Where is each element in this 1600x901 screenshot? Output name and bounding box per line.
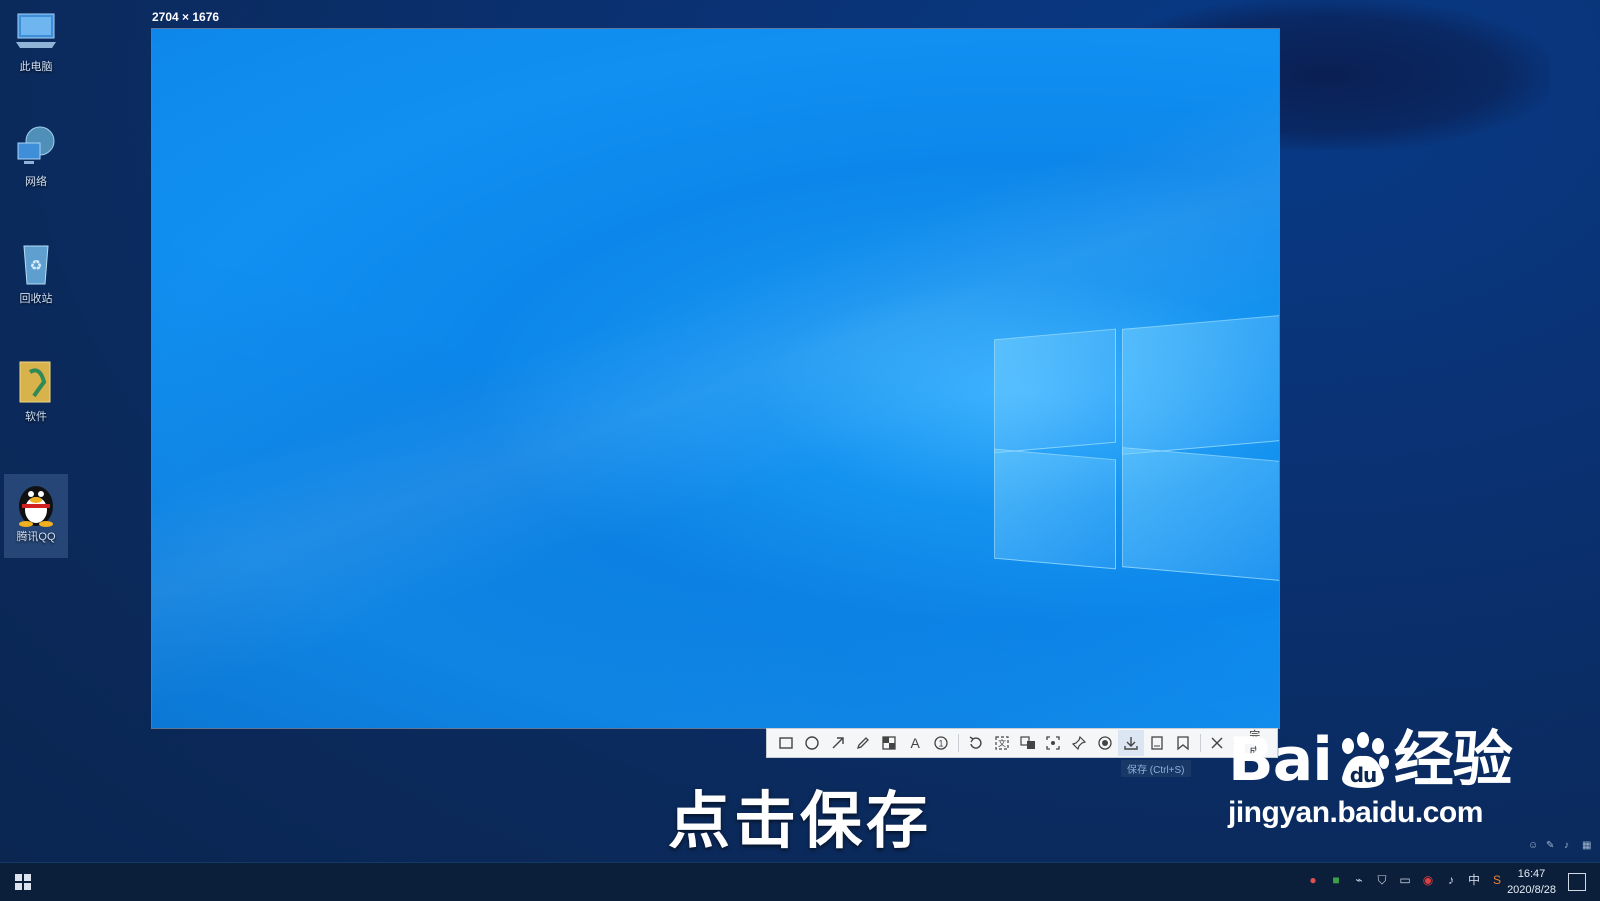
share-icon[interactable] [1144,730,1170,756]
desktop-icon-label: 此电脑 [19,61,53,73]
computer-icon [12,8,60,54]
windows-logo [994,304,1279,604]
baidu-jingyan-watermark: Bai du 经验 jingyan.baidu.com [1228,730,1548,830]
ellipse-icon[interactable] [799,730,825,756]
app-tray-icon[interactable]: ■ [1329,873,1343,887]
capture-selection[interactable] [152,29,1279,728]
clock[interactable]: 16:47 2020/8/28 [1507,866,1556,898]
monitor-icon[interactable]: ▭ [1398,873,1412,887]
bookmark-icon[interactable] [1170,730,1196,756]
ocr-icon[interactable]: 文 [989,730,1015,756]
clock-time: 16:47 [1517,868,1546,880]
paw-text: du [1350,763,1377,787]
paw-logo-icon: du [1334,732,1392,790]
pen-icon[interactable] [851,730,877,756]
pin-icon[interactable] [1066,730,1092,756]
recycle-bin-icon: ♻ [12,240,60,286]
svg-text:♻: ♻ [30,257,43,273]
desktop-icon-qq[interactable]: 腾讯QQ [4,474,68,558]
clock-date: 2020/8/28 [1507,884,1556,896]
sogou-icon[interactable]: S [1490,873,1504,887]
qq-penguin-icon [12,478,60,527]
volume-icon[interactable]: ♪ [1444,873,1458,887]
network-icon [12,123,60,169]
floating-tray-icons: ☺ ✎ ♪ ▦ [1528,840,1594,852]
close-icon[interactable] [1205,730,1231,756]
desktop-icon-label: 网络 [25,176,47,188]
watermark-brand-right: 经验 [1393,725,1513,795]
record-icon[interactable] [1092,730,1118,756]
save-icon[interactable] [1117,730,1144,756]
watermark-brand-left: Bai [1228,725,1333,795]
taskbar: ● ■ ⌁ ⛉ ▭ ◉ ♪ 中 S 16:47 2020/8/28 [0,862,1600,901]
svg-text:文: 文 [998,738,1006,748]
desktop-icon-label: 回收站 [19,293,53,305]
translate-icon[interactable] [1015,730,1041,756]
system-tray: ● ■ ⌁ ⛉ ▭ ◉ ♪ 中 S [1306,873,1504,887]
network-tray-icon[interactable]: ⌁ [1352,873,1366,887]
watermark-brand: Bai du 经验 [1228,730,1548,790]
desktop-icon-label: 腾讯QQ [16,531,56,543]
desktop-icon-network[interactable]: 网络 [4,123,68,189]
toolbar-separator [1199,734,1201,752]
smile-icon[interactable]: ☺ [1528,840,1540,852]
mic-icon[interactable]: ♪ [1564,840,1576,852]
svg-text:1: 1 [938,739,943,749]
qq-tray-icon[interactable]: ● [1306,873,1320,887]
folder-icon [12,358,60,404]
rectangle-icon[interactable] [773,730,799,756]
screenshot-toolbar: A 1 文 完成 [766,728,1278,758]
ime-indicator[interactable]: 中 [1467,873,1481,887]
desktop-icon-recycle-bin[interactable]: ♻ 回收站 [4,240,68,306]
record-tray-icon[interactable]: ◉ [1421,873,1435,887]
desktop-icon-software[interactable]: 软件 [4,358,68,424]
pen-icon[interactable]: ✎ [1546,840,1558,852]
desktop-icon-label: 软件 [25,411,47,423]
watermark-url: jingyan.baidu.com [1228,796,1483,829]
arrow-icon[interactable] [825,730,851,756]
shield-icon[interactable]: ⛉ [1375,873,1389,887]
mosaic-icon[interactable] [876,730,902,756]
desktop-icon-this-pc[interactable]: 此电脑 [4,8,68,74]
start-button[interactable] [14,873,32,891]
capture-size-label: 2704 × 1676 [152,10,220,24]
number-icon[interactable]: 1 [928,730,954,756]
toolbar-separator [957,734,959,752]
undo-icon[interactable] [963,730,989,756]
text-icon[interactable]: A [902,730,928,756]
grid-icon[interactable]: ▦ [1582,840,1594,852]
windows-start-icon [15,874,31,890]
long-screenshot-icon[interactable] [1040,730,1066,756]
notification-center-icon[interactable] [1568,873,1586,891]
